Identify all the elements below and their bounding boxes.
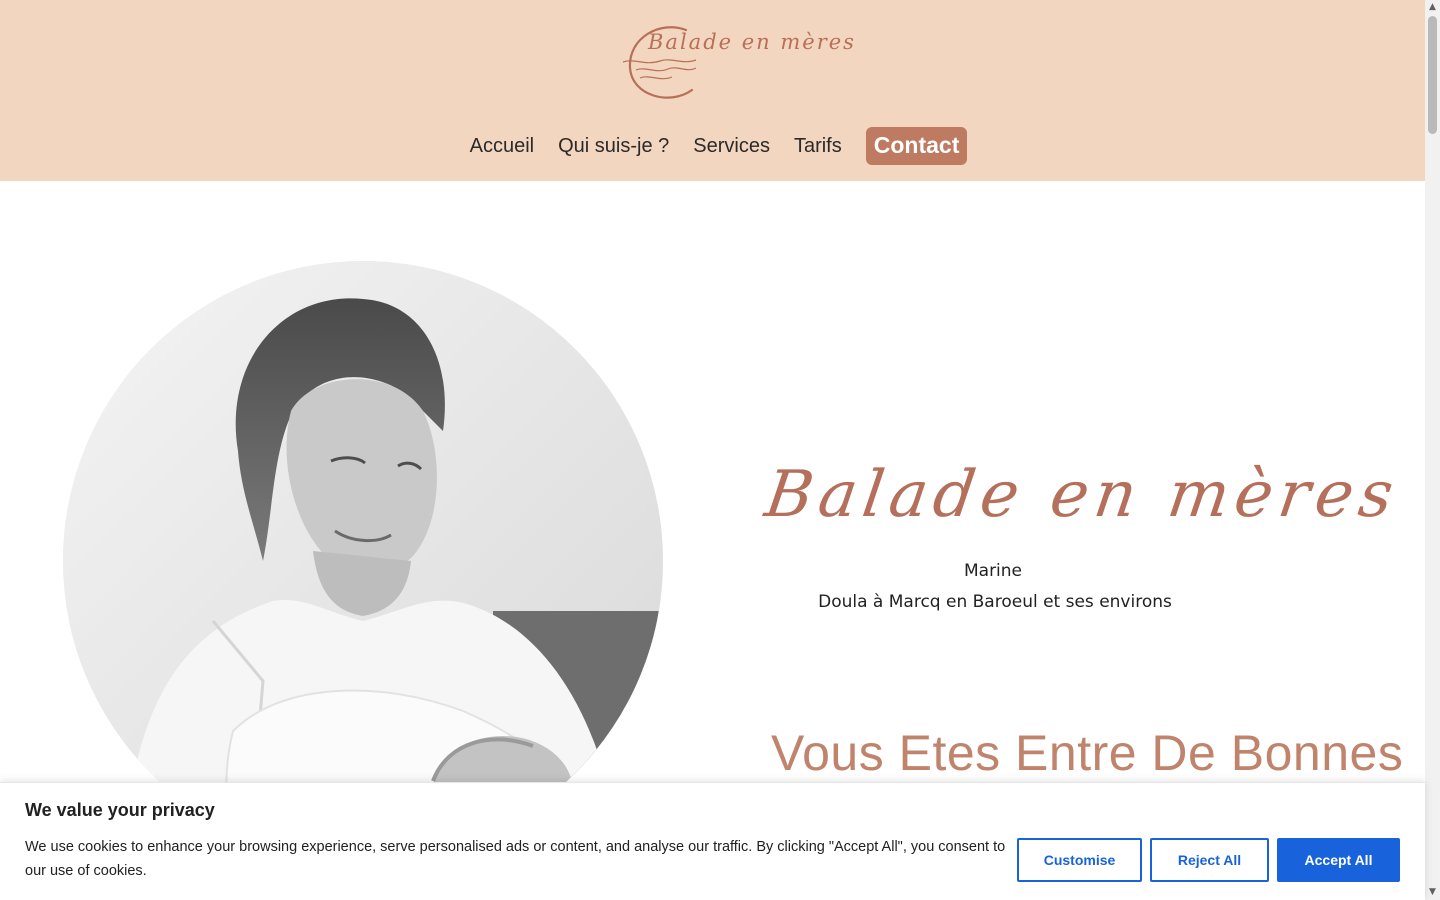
portrait-photo [63, 261, 663, 861]
vertical-scrollbar[interactable]: ▲ ▼ [1425, 0, 1440, 900]
nav-item-qui-suis-je[interactable]: Qui suis-je ? [546, 127, 681, 165]
cookie-description: We use cookies to enhance your browsing … [25, 839, 1006, 879]
main-nav: Accueil Qui suis-je ? Services Tarifs Co… [0, 127, 1425, 165]
reject-all-button[interactable]: Reject All [1150, 838, 1269, 882]
hero-name: Marine [963, 561, 1023, 581]
nav-item-accueil[interactable]: Accueil [458, 127, 546, 165]
logo-text: Balade en mères [648, 30, 856, 54]
cookie-consent-banner: We value your privacy We use cookies to … [0, 782, 1425, 900]
cookie-title: We value your privacy [25, 800, 215, 820]
logo[interactable]: Balade en mères [620, 18, 854, 106]
portrait-image [63, 261, 663, 861]
page: Balade en mères Accueil Qui suis-je ? Se… [0, 0, 1440, 900]
nav-item-tarifs[interactable]: Tarifs [782, 127, 854, 165]
site-header: Balade en mères Accueil Qui suis-je ? Se… [0, 0, 1425, 181]
accept-all-button[interactable]: Accept All [1277, 838, 1400, 882]
nav-contact-button[interactable]: Contact [865, 127, 968, 165]
customise-button[interactable]: Customise [1017, 838, 1142, 882]
scroll-up-arrow-icon[interactable]: ▲ [1425, 0, 1440, 15]
scroll-down-arrow-icon[interactable]: ▼ [1425, 885, 1440, 900]
scrollbar-thumb[interactable] [1428, 16, 1437, 134]
hero-heading: Vous Etes Entre De Bonnes [771, 725, 1404, 781]
nav-list: Accueil Qui suis-je ? Services Tarifs Co… [458, 127, 968, 165]
hero-brand-script: Balade en mères [760, 458, 1404, 532]
nav-item-services[interactable]: Services [681, 127, 782, 165]
hero-subtitle: Doula à Marcq en Baroeul et ses environs [818, 592, 1172, 612]
